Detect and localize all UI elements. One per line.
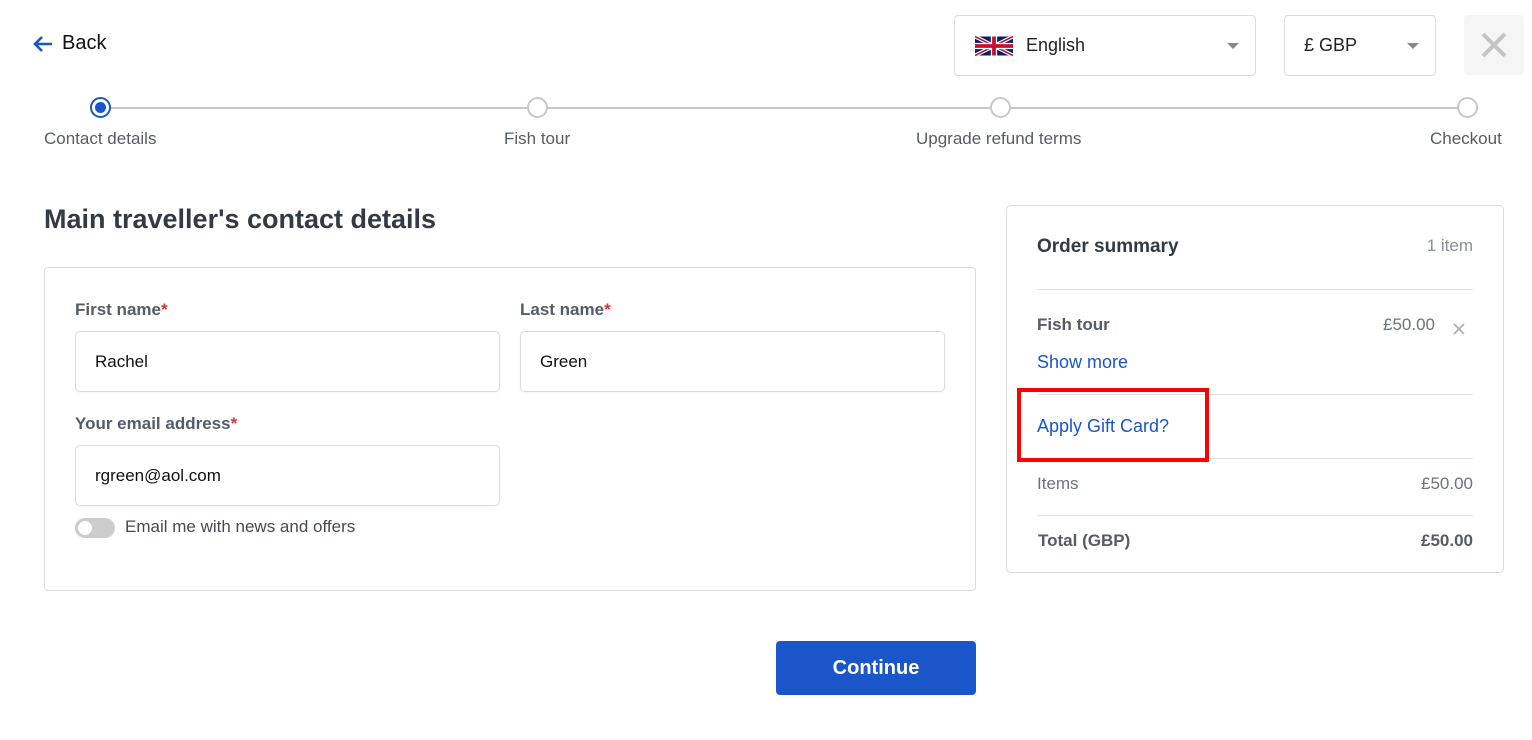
currency-value: £ GBP bbox=[1304, 35, 1358, 55]
item-price: £50.00 bbox=[1383, 315, 1435, 334]
step-label: Fish tour bbox=[504, 129, 571, 148]
newsletter-toggle[interactable] bbox=[75, 518, 115, 538]
highlight-box bbox=[1017, 388, 1209, 462]
items-value: £50.00 bbox=[1421, 474, 1473, 493]
uk-flag-icon bbox=[975, 34, 1013, 57]
total-value: £50.00 bbox=[1421, 531, 1473, 550]
language-select[interactable]: English bbox=[954, 15, 1256, 76]
last-name-label: Last name* bbox=[520, 300, 611, 319]
chevron-down-icon bbox=[1227, 43, 1239, 49]
step-dot-upgrade-refund-terms bbox=[990, 97, 1011, 118]
first-name-input[interactable] bbox=[75, 331, 500, 392]
close-button[interactable] bbox=[1464, 15, 1524, 75]
remove-item-icon[interactable] bbox=[1452, 322, 1466, 336]
back-button[interactable]: Back bbox=[32, 32, 106, 55]
item-count: 1 item bbox=[1426, 236, 1473, 255]
step-label: Upgrade refund terms bbox=[916, 129, 1082, 148]
order-summary-title: Order summary bbox=[1037, 236, 1179, 257]
show-more-link[interactable]: Show more bbox=[1037, 352, 1128, 373]
total-label: Total (GBP) bbox=[1038, 531, 1131, 550]
email-input[interactable] bbox=[75, 445, 500, 506]
currency-select[interactable]: £ GBP bbox=[1284, 15, 1436, 76]
divider bbox=[1037, 515, 1473, 516]
step-dot-checkout bbox=[1457, 97, 1478, 118]
arrow-left-icon bbox=[33, 35, 52, 52]
step-dot-fish-tour bbox=[527, 97, 548, 118]
email-label: Your email address* bbox=[75, 414, 238, 433]
language-value: English bbox=[1026, 35, 1086, 55]
step-dot-contact-details bbox=[90, 97, 111, 118]
page-title: Main traveller's contact details bbox=[44, 204, 437, 234]
continue-button[interactable]: Continue bbox=[776, 641, 976, 695]
newsletter-label: Email me with news and offers bbox=[125, 517, 356, 536]
items-label: Items bbox=[1037, 474, 1079, 493]
divider bbox=[1037, 289, 1473, 290]
step-label: Checkout bbox=[1430, 129, 1502, 148]
first-name-label: First name* bbox=[75, 300, 168, 319]
progress-track bbox=[101, 107, 1468, 109]
item-name: Fish tour bbox=[1037, 315, 1110, 334]
chevron-down-icon bbox=[1407, 43, 1419, 49]
last-name-input[interactable] bbox=[520, 331, 945, 392]
close-icon bbox=[1481, 32, 1507, 58]
back-label: Back bbox=[62, 32, 107, 54]
step-label: Contact details bbox=[44, 129, 157, 148]
